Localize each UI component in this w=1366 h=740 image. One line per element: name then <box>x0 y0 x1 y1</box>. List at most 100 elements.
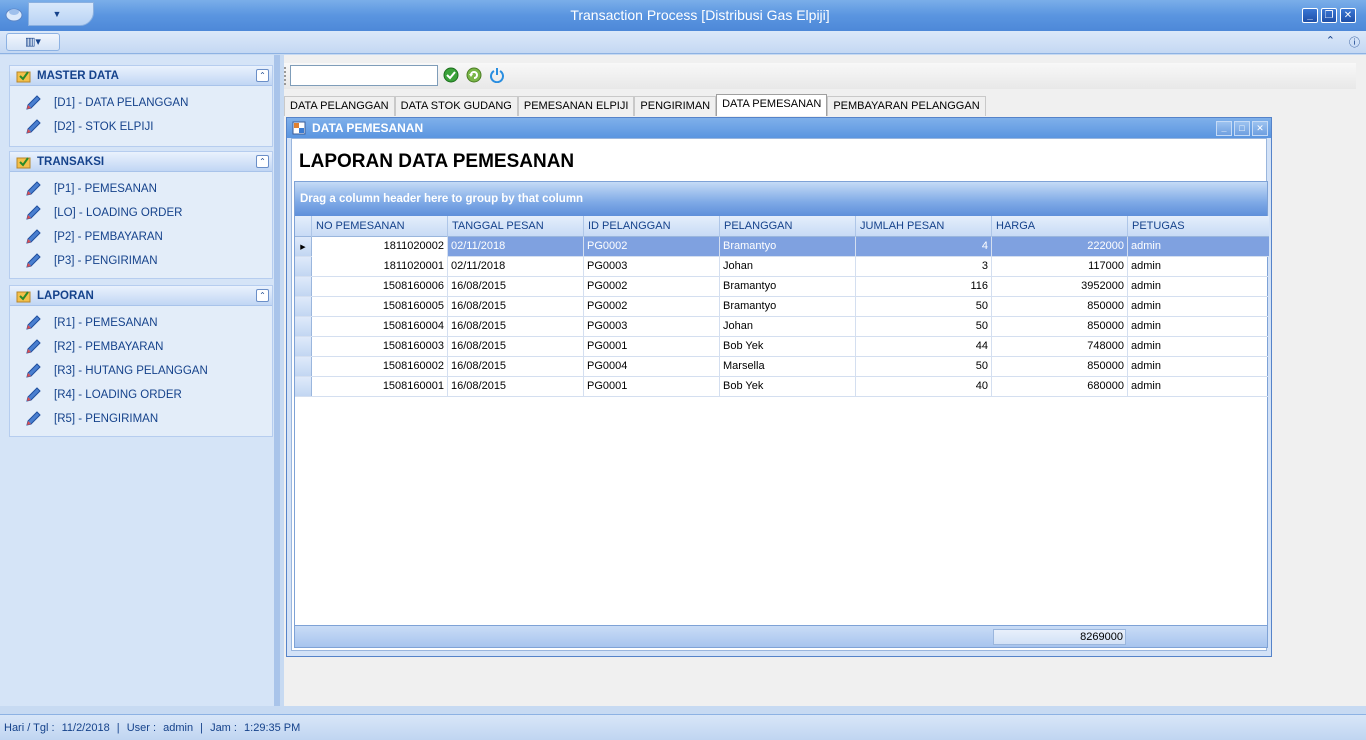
cell-tanggal-pesan[interactable]: 16/08/2015 <box>448 357 584 377</box>
cell-no-pemesanan[interactable]: 1508160002 <box>312 357 448 377</box>
cell-pelanggan[interactable]: Marsella <box>720 357 856 377</box>
cell-id-pelanggan[interactable]: PG0003 <box>584 317 720 337</box>
nav-group-header[interactable]: LAPORAN ⌃ <box>10 286 272 306</box>
check-icon[interactable] <box>443 67 459 83</box>
cell-harga[interactable]: 3952000 <box>992 277 1128 297</box>
collapse-ribbon-icon[interactable]: ⌃ <box>1326 34 1335 50</box>
info-icon[interactable]: ⓘ <box>1349 34 1360 50</box>
tab-data-stok-gudang[interactable]: DATA STOK GUDANG <box>394 96 518 116</box>
child-window-title-bar[interactable]: DATA PEMESANAN _ □ ✕ <box>287 118 1271 138</box>
nav-item-report-pengiriman[interactable]: [R5] - PENGIRIMAN <box>10 407 272 431</box>
tab-pembayaran-pelanggan[interactable]: PEMBAYARAN PELANGGAN <box>827 96 986 116</box>
cell-id-pelanggan[interactable]: PG0003 <box>584 257 720 277</box>
cell-no-pemesanan[interactable]: 1811020002 <box>312 237 448 257</box>
table-row[interactable]: 1508160005 16/08/2015 PG0002 Bramantyo 5… <box>295 297 1269 317</box>
tab-data-pelanggan[interactable]: DATA PELANGGAN <box>284 96 395 116</box>
cell-jumlah-pesan[interactable]: 44 <box>856 337 992 357</box>
cell-harga[interactable]: 680000 <box>992 377 1128 397</box>
cell-id-pelanggan[interactable]: PG0002 <box>584 297 720 317</box>
cell-no-pemesanan[interactable]: 1508160004 <box>312 317 448 337</box>
ribbon-menu-button[interactable]: ▥▾ <box>6 33 60 51</box>
cell-pelanggan[interactable]: Johan <box>720 317 856 337</box>
power-icon[interactable] <box>489 67 505 83</box>
cell-tanggal-pesan[interactable]: 02/11/2018 <box>448 237 584 257</box>
nav-item-report-pemesanan[interactable]: [R1] - PEMESANAN <box>10 311 272 335</box>
close-icon[interactable]: ✕ <box>1340 8 1356 23</box>
cell-petugas[interactable]: admin <box>1128 257 1269 277</box>
table-row[interactable]: 1508160003 16/08/2015 PG0001 Bob Yek 44 … <box>295 337 1269 357</box>
nav-group-header[interactable]: MASTER DATA ⌃ <box>10 66 272 86</box>
cell-harga[interactable]: 748000 <box>992 337 1128 357</box>
nav-item-pembayaran[interactable]: [P2] - PEMBAYARAN <box>10 225 272 249</box>
search-input[interactable] <box>290 65 438 86</box>
cell-harga[interactable]: 117000 <box>992 257 1128 277</box>
cell-pelanggan[interactable]: Bob Yek <box>720 377 856 397</box>
column-header-petugas[interactable]: PETUGAS <box>1128 216 1269 237</box>
nav-item-pengiriman[interactable]: [P3] - PENGIRIMAN <box>10 249 272 273</box>
cell-harga[interactable]: 850000 <box>992 297 1128 317</box>
column-header-harga[interactable]: HARGA <box>992 216 1128 237</box>
table-row[interactable]: ▶ 1811020002 02/11/2018 PG0002 Bramantyo… <box>295 237 1269 257</box>
cell-tanggal-pesan[interactable]: 02/11/2018 <box>448 257 584 277</box>
cell-petugas[interactable]: admin <box>1128 337 1269 357</box>
cell-petugas[interactable]: admin <box>1128 297 1269 317</box>
cell-no-pemesanan[interactable]: 1508160003 <box>312 337 448 357</box>
cell-tanggal-pesan[interactable]: 16/08/2015 <box>448 277 584 297</box>
cell-tanggal-pesan[interactable]: 16/08/2015 <box>448 337 584 357</box>
cell-petugas[interactable]: admin <box>1128 277 1269 297</box>
minimize-icon[interactable]: _ <box>1302 8 1318 23</box>
cell-pelanggan[interactable]: Bob Yek <box>720 337 856 357</box>
cell-jumlah-pesan[interactable]: 50 <box>856 317 992 337</box>
cell-harga[interactable]: 850000 <box>992 357 1128 377</box>
refresh-icon[interactable] <box>466 67 482 83</box>
column-header-no-pemesanan[interactable]: NO PEMESANAN <box>312 216 448 237</box>
cell-harga[interactable]: 850000 <box>992 317 1128 337</box>
cell-id-pelanggan[interactable]: PG0001 <box>584 337 720 357</box>
table-row[interactable]: 1508160001 16/08/2015 PG0001 Bob Yek 40 … <box>295 377 1269 397</box>
cell-petugas[interactable]: admin <box>1128 377 1269 397</box>
child-minimize-icon[interactable]: _ <box>1216 120 1232 136</box>
cell-petugas[interactable]: admin <box>1128 357 1269 377</box>
nav-item-data-pelanggan[interactable]: [D1] - DATA PELANGGAN <box>10 91 272 115</box>
nav-item-report-loading[interactable]: [R4] - LOADING ORDER <box>10 383 272 407</box>
restore-icon[interactable]: ❐ <box>1321 8 1337 23</box>
cell-id-pelanggan[interactable]: PG0004 <box>584 357 720 377</box>
nav-item-pemesanan[interactable]: [P1] - PEMESANAN <box>10 177 272 201</box>
cell-tanggal-pesan[interactable]: 16/08/2015 <box>448 297 584 317</box>
column-header-id-pelanggan[interactable]: ID PELANGGAN <box>584 216 720 237</box>
cell-pelanggan[interactable]: Bramantyo <box>720 237 856 257</box>
cell-jumlah-pesan[interactable]: 50 <box>856 297 992 317</box>
child-maximize-icon[interactable]: □ <box>1234 120 1250 136</box>
column-header-tanggal-pesan[interactable]: TANGGAL PESAN <box>448 216 584 237</box>
nav-item-stok-elpiji[interactable]: [D2] - STOK ELPIJI <box>10 115 272 139</box>
cell-pelanggan[interactable]: Johan <box>720 257 856 277</box>
cell-jumlah-pesan[interactable]: 116 <box>856 277 992 297</box>
tab-pemesanan-elpiji[interactable]: PEMESANAN ELPIJI <box>517 96 635 116</box>
cell-petugas[interactable]: admin <box>1128 317 1269 337</box>
nav-item-report-pembayaran[interactable]: [R2] - PEMBAYARAN <box>10 335 272 359</box>
cell-no-pemesanan[interactable]: 1508160006 <box>312 277 448 297</box>
nav-group-header[interactable]: TRANSAKSI ⌃ <box>10 152 272 172</box>
column-header-jumlah-pesan[interactable]: JUMLAH PESAN <box>856 216 992 237</box>
table-row[interactable]: 1508160002 16/08/2015 PG0004 Marsella 50… <box>295 357 1269 377</box>
tab-data-pemesanan[interactable]: DATA PEMESANAN <box>716 94 828 116</box>
cell-id-pelanggan[interactable]: PG0002 <box>584 237 720 257</box>
child-close-icon[interactable]: ✕ <box>1252 120 1268 136</box>
cell-id-pelanggan[interactable]: PG0001 <box>584 377 720 397</box>
cell-pelanggan[interactable]: Bramantyo <box>720 297 856 317</box>
cell-jumlah-pesan[interactable]: 50 <box>856 357 992 377</box>
cell-jumlah-pesan[interactable]: 3 <box>856 257 992 277</box>
cell-harga[interactable]: 222000 <box>992 237 1128 257</box>
tab-pengiriman[interactable]: PENGIRIMAN <box>634 96 717 116</box>
toolbar-grip[interactable] <box>284 67 287 85</box>
cell-tanggal-pesan[interactable]: 16/08/2015 <box>448 377 584 397</box>
nav-item-loading-order[interactable]: [LO] - LOADING ORDER <box>10 201 272 225</box>
group-by-panel[interactable]: Drag a column header here to group by th… <box>295 182 1267 216</box>
collapse-icon[interactable]: ⌃ <box>256 289 269 302</box>
cell-petugas[interactable]: admin <box>1128 237 1269 257</box>
table-row[interactable]: 1811020001 02/11/2018 PG0003 Johan 3 117… <box>295 257 1269 277</box>
collapse-icon[interactable]: ⌃ <box>256 69 269 82</box>
cell-no-pemesanan[interactable]: 1508160001 <box>312 377 448 397</box>
collapse-icon[interactable]: ⌃ <box>256 155 269 168</box>
cell-pelanggan[interactable]: Bramantyo <box>720 277 856 297</box>
